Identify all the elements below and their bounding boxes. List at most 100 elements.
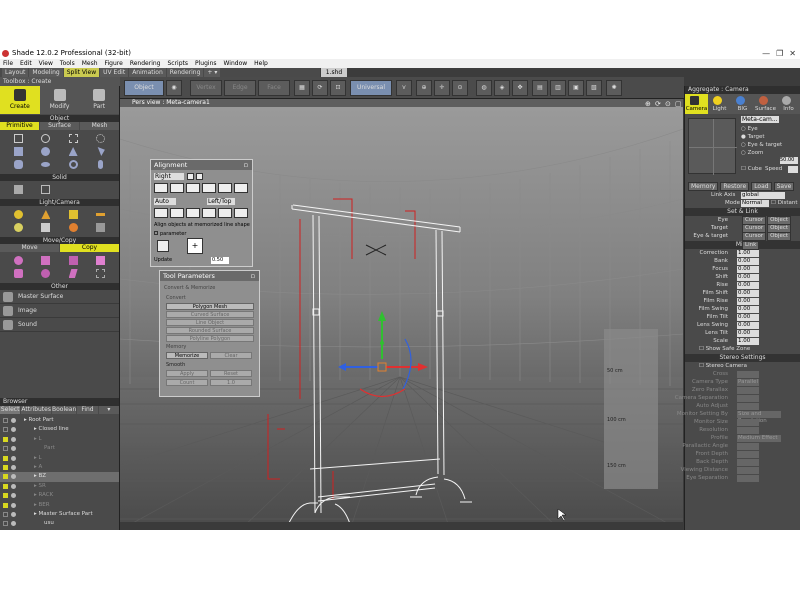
layout-icon[interactable]: ▥ <box>550 80 566 96</box>
convert-line-object-button[interactable]: Line Object <box>166 319 254 326</box>
stereo-value-field[interactable] <box>737 450 759 458</box>
render-icon[interactable]: ▣ <box>568 80 584 96</box>
rotate-copy-icon[interactable] <box>33 255 58 266</box>
align-vcenter-icon[interactable] <box>218 183 232 193</box>
stereo-value-field[interactable]: Medium Effect <box>737 434 781 442</box>
stereo-value-field[interactable]: Parallel <box>737 378 759 386</box>
subtab-move[interactable]: Move <box>0 244 59 252</box>
object-mode-button[interactable]: Object <box>124 80 164 96</box>
globe-icon[interactable]: ◍ <box>476 80 492 96</box>
cylinder-tool-icon[interactable] <box>6 159 31 170</box>
visibility-checkbox[interactable] <box>3 436 8 442</box>
menu-view[interactable]: View <box>39 59 53 68</box>
menu-tools[interactable]: Tools <box>60 59 75 68</box>
random-copy-icon[interactable] <box>88 268 113 279</box>
stereo-value-field[interactable] <box>737 370 759 378</box>
align-icon-1[interactable] <box>187 173 194 180</box>
visibility-checkbox[interactable] <box>3 502 8 508</box>
scale-icon[interactable]: ⊡ <box>330 80 346 96</box>
speed-select[interactable] <box>788 166 798 173</box>
browser-tab-boolean[interactable]: Boolean <box>51 406 77 414</box>
setlink-section[interactable]: Set & Link <box>685 208 800 216</box>
eye-icon[interactable] <box>11 455 16 461</box>
stereo-value-field[interactable] <box>737 426 759 434</box>
preview-icon[interactable]: ▧ <box>586 80 602 96</box>
eye-icon[interactable] <box>11 436 16 442</box>
cone-tool-icon[interactable] <box>61 146 86 157</box>
menu-edit[interactable]: Edit <box>20 59 32 68</box>
vertex-mode-button[interactable]: Vertex <box>190 80 222 96</box>
browser-tab-attributes[interactable]: Attributes <box>21 406 51 414</box>
fork-icon[interactable]: ⋎ <box>396 80 412 96</box>
misc-value-field[interactable]: 1.00 <box>737 337 759 345</box>
tree-row[interactable]: ▸ Root Part <box>0 416 119 425</box>
smooth-count-field[interactable]: 1.0 <box>210 379 252 386</box>
align-top-icon[interactable] <box>202 183 216 193</box>
tab-rendering[interactable]: Rendering <box>166 68 204 77</box>
other-section-header[interactable]: Other <box>0 283 119 290</box>
ellipse-tool-icon[interactable] <box>61 133 86 144</box>
subtab-copy[interactable]: Copy <box>60 244 119 252</box>
zoom-value-field[interactable]: 50.00 <box>780 157 798 164</box>
misc-value-field[interactable]: 0.00 <box>737 281 759 289</box>
tree-row[interactable]: ▸ BER <box>0 501 119 510</box>
stereo-value-field[interactable] <box>737 458 759 466</box>
stereo-value-field[interactable] <box>737 442 759 450</box>
grid-icon[interactable]: ▤ <box>532 80 548 96</box>
point-light-icon[interactable] <box>6 209 31 220</box>
camera-save-button[interactable]: Save <box>773 182 795 191</box>
alignment-value-field[interactable]: 0.50 <box>211 257 229 264</box>
torus-tool-icon[interactable] <box>61 159 86 170</box>
camera-tool-icon[interactable] <box>33 222 58 233</box>
edge-mode-button[interactable]: Edge <box>224 80 256 96</box>
tab-big[interactable]: BIG <box>731 94 754 114</box>
visibility-checkbox[interactable] <box>3 455 8 461</box>
smooth-reset-button[interactable]: Reset <box>210 370 252 377</box>
camera-view-icon[interactable]: ◈ <box>494 80 510 96</box>
align-icon-2[interactable] <box>196 173 203 180</box>
eye-icon[interactable] <box>11 493 16 499</box>
crosshair-icon[interactable]: ✛ <box>434 80 450 96</box>
close-button[interactable]: ✕ <box>789 48 796 59</box>
eye-icon[interactable] <box>11 511 16 517</box>
browser-tab-menu[interactable]: ▾ <box>98 406 119 414</box>
eye-icon[interactable] <box>11 483 16 489</box>
safe-zone-row[interactable]: ☐ Show Safe Zone <box>685 345 800 353</box>
eye-icon[interactable] <box>11 502 16 508</box>
convert-polygon-mesh-button[interactable]: Polygon Mesh <box>166 303 254 310</box>
align-right-icon[interactable] <box>186 183 200 193</box>
path-copy-icon[interactable] <box>33 268 58 279</box>
cube-tool-icon[interactable] <box>6 146 31 157</box>
circle-tool-icon[interactable] <box>33 133 58 144</box>
browser-tab-find[interactable]: Find <box>77 406 98 414</box>
alignment-close-icon[interactable]: ▫ <box>244 160 248 170</box>
tab-animation[interactable]: Animation <box>129 68 166 77</box>
distribute-3-icon[interactable] <box>186 208 200 218</box>
camera-object-icon[interactable] <box>88 222 113 233</box>
tab-surface[interactable]: Surface <box>754 94 777 114</box>
object-section-header[interactable]: Object <box>0 115 119 122</box>
subtab-primitive[interactable]: Primitive <box>0 122 39 130</box>
revolve-tool-icon[interactable] <box>6 184 31 195</box>
distant-checkbox[interactable]: ☐ Distant <box>771 199 798 207</box>
stereo-value-field[interactable]: Size and Resolution <box>737 410 781 424</box>
line-light-icon[interactable] <box>88 209 113 220</box>
tree-row[interactable]: ▸ BZ <box>0 472 119 482</box>
misc-value-field[interactable]: 0.00 <box>737 273 759 281</box>
menu-rendering[interactable]: Rendering <box>130 59 161 68</box>
eye-icon[interactable] <box>11 446 16 452</box>
convert-polyline-button[interactable]: Polyline Polygon <box>166 335 254 342</box>
tool-params-close-icon[interactable]: ▫ <box>251 271 255 281</box>
mode-select[interactable]: Normal <box>741 199 769 207</box>
face-mode-button[interactable]: Face <box>258 80 290 96</box>
document-tab[interactable]: 1.shd <box>321 68 347 77</box>
stereo-value-field[interactable] <box>737 402 759 410</box>
stereo-value-field[interactable] <box>737 394 759 402</box>
alignment-mode-select[interactable]: Right <box>154 173 184 180</box>
tab-modeling[interactable]: Modeling <box>29 68 63 77</box>
alignment-auto-select[interactable]: Auto <box>154 198 176 205</box>
tab-uv-edit[interactable]: UV Edit <box>100 68 129 77</box>
visibility-checkbox[interactable] <box>3 427 8 433</box>
alignment-lefttop-select[interactable]: Left/Top <box>207 198 235 205</box>
sound-tool[interactable]: Sound <box>0 318 119 332</box>
